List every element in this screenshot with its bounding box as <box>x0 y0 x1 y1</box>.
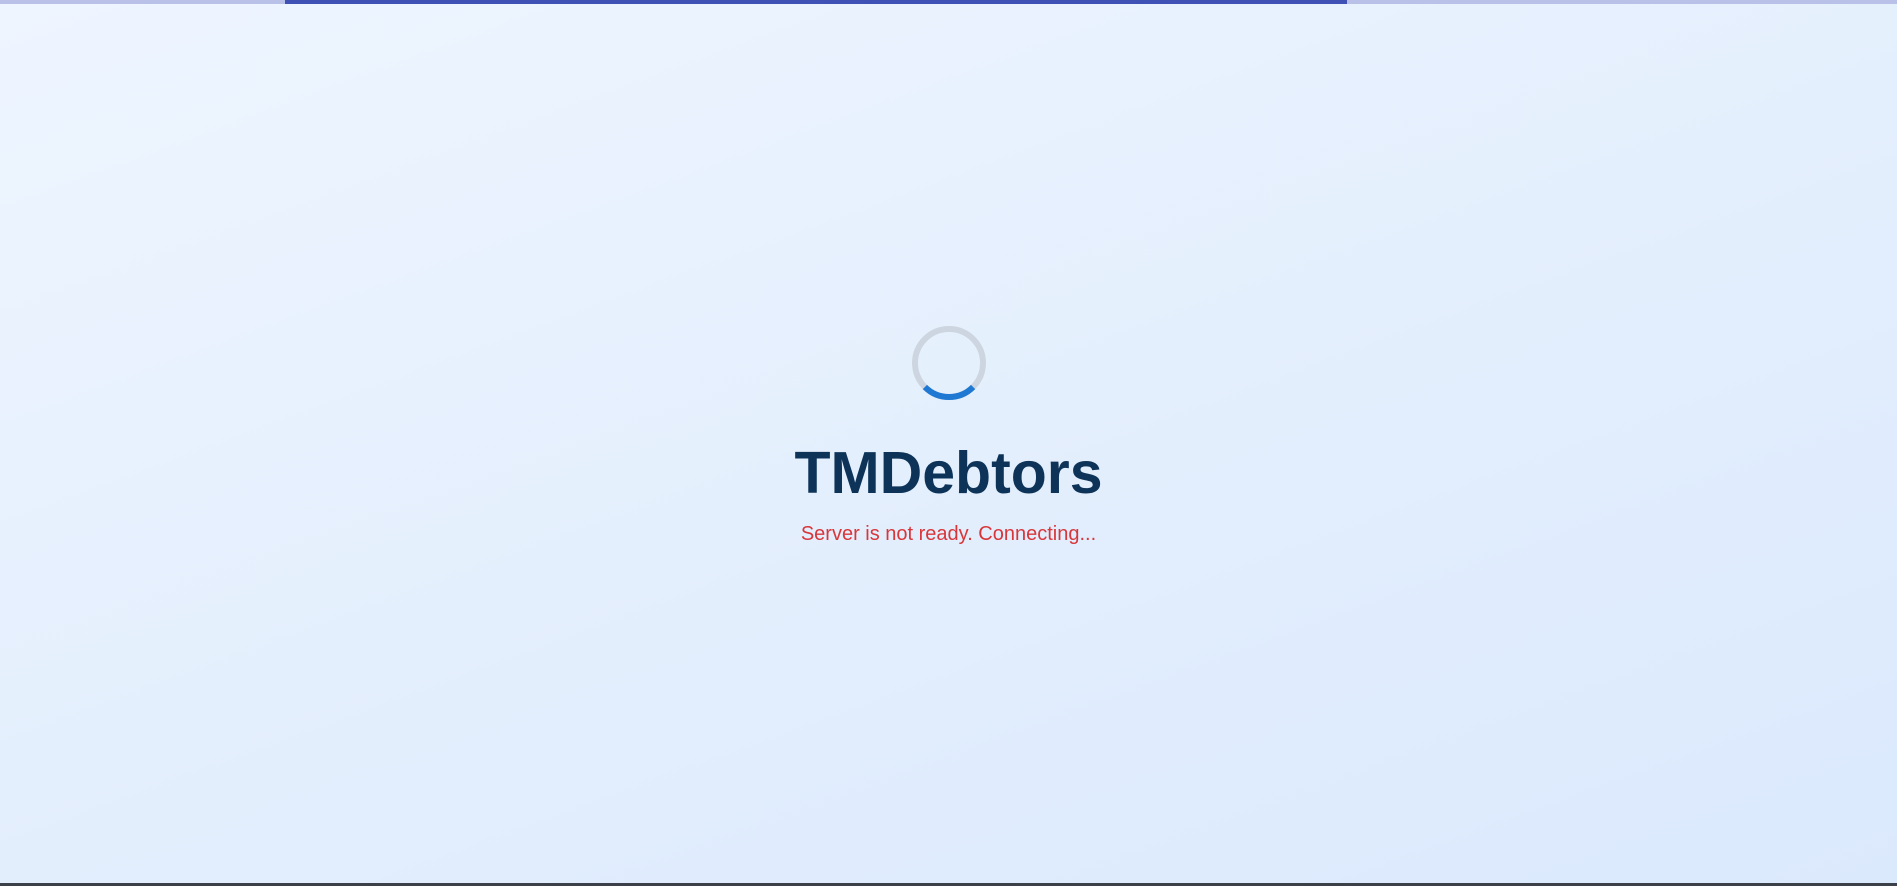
loading-progress-bar <box>0 0 1897 4</box>
loading-progress-fill <box>284 0 1347 4</box>
loading-spinner-icon <box>911 325 987 401</box>
app-title: TMDebtors <box>794 440 1103 506</box>
loading-panel: TMDebtors Server is not ready. Connectin… <box>0 325 1897 546</box>
connection-status: Server is not ready. Connecting... <box>800 523 1097 545</box>
